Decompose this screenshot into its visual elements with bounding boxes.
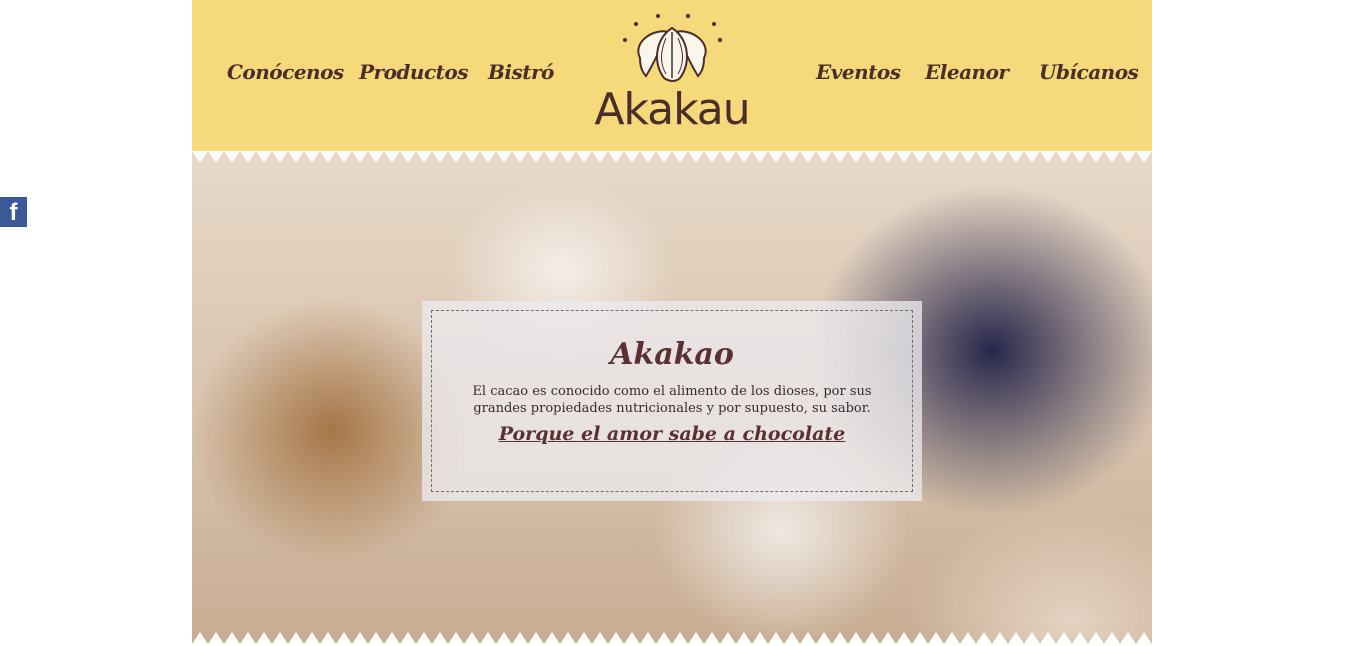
zigzag-border-top <box>192 151 1152 163</box>
logo[interactable]: Akakau <box>592 8 752 138</box>
hero-card: Akakao El cacao es conocido como el alim… <box>422 301 922 501</box>
hero-card-border: Akakao El cacao es conocido como el alim… <box>431 310 913 492</box>
nav-ubicanos[interactable]: Ubícanos <box>1039 60 1139 84</box>
cacao-pod-icon <box>623 14 722 82</box>
hero-title: Akakao <box>610 337 734 372</box>
nav-productos[interactable]: Productos <box>359 60 468 84</box>
facebook-icon[interactable]: f <box>0 197 27 227</box>
hero-description: El cacao es conocido como el alimento de… <box>472 384 872 416</box>
nav-eventos[interactable]: Eventos <box>816 60 901 84</box>
nav-eleanor[interactable]: Eleanor <box>925 60 1009 84</box>
header: Conócenos Productos Bistró Akakau Evento… <box>192 0 1152 151</box>
nav-bistro[interactable]: Bistró <box>488 60 554 84</box>
nav-conocenos[interactable]: Conócenos <box>227 60 344 84</box>
zigzag-border-bottom <box>192 632 1152 644</box>
logo-text: Akakau <box>594 84 750 135</box>
hero-link[interactable]: Porque el amor sabe a chocolate <box>432 423 912 445</box>
site-container: Conócenos Productos Bistró Akakau Evento… <box>192 0 1152 646</box>
hero-banner: Akakao El cacao es conocido como el alim… <box>192 151 1152 644</box>
